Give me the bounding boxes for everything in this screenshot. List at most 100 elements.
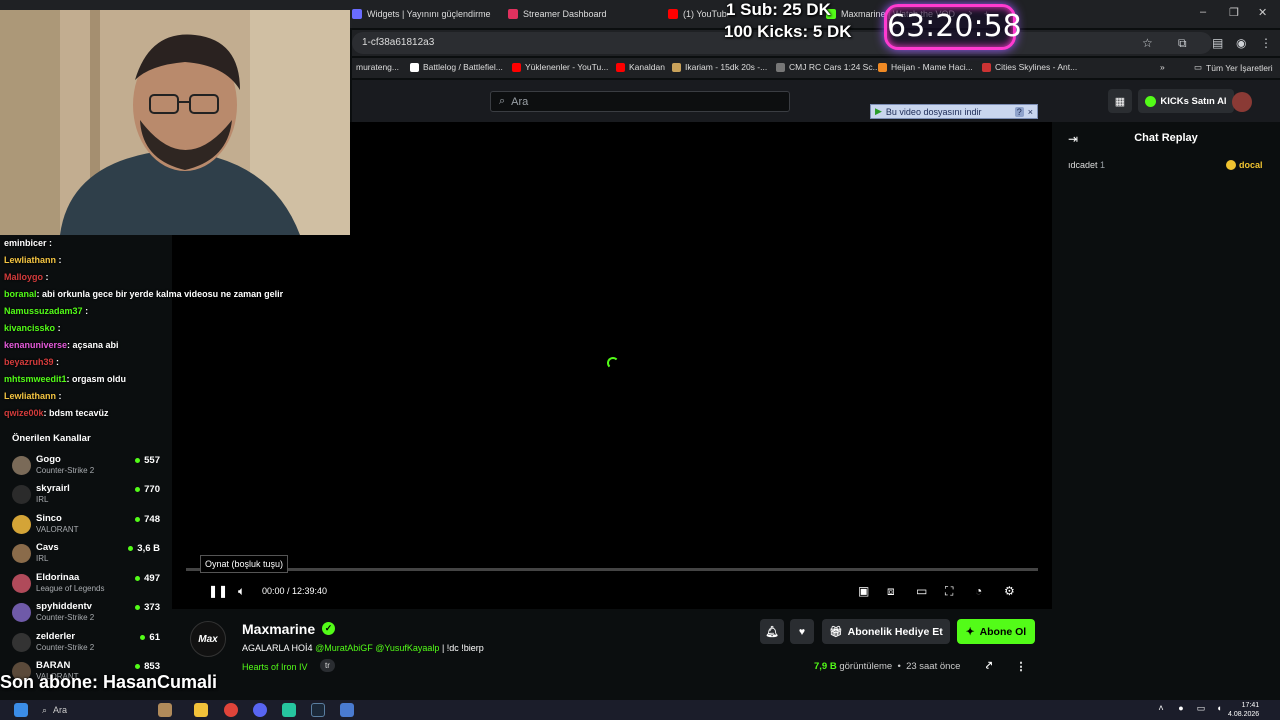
monitor-icon[interactable]: ▭ bbox=[1194, 703, 1208, 717]
chevron-right-icon: » bbox=[1160, 62, 1165, 72]
chevron-up-icon[interactable]: ˄ bbox=[1154, 703, 1168, 717]
tab-label: Widgets | Yayınını güçlendirme bbox=[367, 9, 491, 19]
bookmark-item[interactable]: CMJ RC Cars 1:24 Sc... bbox=[776, 62, 880, 72]
bookmarks-overflow-button[interactable]: » bbox=[1160, 62, 1165, 72]
speed-icon[interactable]: ◔ bbox=[975, 584, 982, 598]
chat-msg: : bbox=[56, 357, 60, 367]
mention-link[interactable]: @MuratAbiGF bbox=[315, 643, 373, 653]
tab-widgets[interactable]: Widgets | Yayınını güçlendirme × bbox=[352, 3, 500, 25]
gift-subscription-button[interactable]: 🎁︎ Abonelik Hediye Et bbox=[822, 619, 950, 644]
minimize-icon[interactable]: – bbox=[1200, 6, 1206, 18]
fullscreen-icon[interactable]: ⛶ bbox=[945, 584, 953, 599]
file-explorer-icon[interactable] bbox=[194, 703, 208, 717]
progress-bar[interactable] bbox=[186, 568, 1038, 571]
windows-start-icon[interactable] bbox=[14, 703, 28, 717]
bookmark-item[interactable]: murateng... bbox=[356, 62, 399, 72]
bookmark-label: Heijan - Mame Haci... bbox=[891, 62, 973, 72]
more-options-icon[interactable]: ⋮ bbox=[1012, 657, 1030, 675]
calculator-icon[interactable] bbox=[340, 703, 354, 717]
language-tag[interactable]: tr bbox=[320, 659, 335, 672]
bookmark-item[interactable]: Heijan - Mame Haci... bbox=[878, 62, 973, 72]
bookmark-item[interactable]: Kanaldan bbox=[616, 62, 665, 72]
chat-message: ıdcadet 1 bbox=[1068, 160, 1105, 170]
page-favicon-icon bbox=[776, 62, 785, 72]
recommended-channel[interactable]: Cavs IRL 3,6 B bbox=[12, 542, 160, 570]
microphone-icon[interactable]: ● bbox=[1174, 703, 1188, 717]
star-icon: ✦ bbox=[965, 625, 975, 638]
star-icon[interactable]: ☆ bbox=[1142, 36, 1153, 50]
subscribe-label: Abone Ol bbox=[979, 625, 1027, 638]
gift-sub-label: Abonelik Hediye Et bbox=[847, 625, 943, 638]
recommended-channel[interactable]: Sinco VALORANT 748 bbox=[12, 513, 160, 541]
recommended-channel[interactable]: zelderler Counter-Strike 2 61 bbox=[12, 631, 160, 659]
search-input[interactable]: ⌕ Ara bbox=[490, 91, 790, 112]
download-video-bar[interactable]: ▶ Bu video dosyasını indir ? × bbox=[870, 104, 1038, 119]
channel-avatar[interactable]: Max bbox=[190, 621, 226, 657]
close-icon[interactable]: × bbox=[1028, 107, 1033, 117]
chat-user: Malloygo bbox=[4, 272, 44, 282]
dashboard-icon[interactable]: ▦ bbox=[1108, 89, 1132, 113]
chat-user: qwize00k bbox=[4, 408, 44, 418]
system-clock[interactable]: 17:41 4.08.2026 bbox=[1228, 701, 1259, 719]
discord-icon[interactable] bbox=[253, 703, 267, 717]
all-bookmarks-button[interactable]: ▭ Tüm Yer İşaretleri bbox=[1194, 62, 1273, 73]
last-subscriber: Son abone: HasanCumali bbox=[0, 672, 218, 692]
pause-icon[interactable]: ❚❚ bbox=[208, 584, 228, 598]
bookmark-item[interactable]: Yüklenenler - YouTu... bbox=[512, 62, 608, 72]
category-link[interactable]: Hearts of Iron IV bbox=[242, 662, 308, 672]
notification-bell-icon[interactable]: 🔔︎ bbox=[760, 619, 784, 644]
recommended-channel[interactable]: spyhiddentv Counter-Strike 2 373 bbox=[12, 601, 160, 629]
overlay-chat-line: Malloygo : bbox=[4, 272, 49, 282]
taskbar-search[interactable]: ⌕ Ara bbox=[36, 702, 176, 718]
recommended-channel[interactable]: skyrairl IRL 770 bbox=[12, 483, 160, 511]
bookmark-label: murateng... bbox=[356, 62, 399, 72]
settings-gear-icon[interactable]: ⚙ bbox=[1004, 584, 1015, 598]
mention-link[interactable]: @YusufKayaalp bbox=[375, 643, 439, 653]
volume-icon[interactable]: 🔈︎ bbox=[238, 584, 245, 599]
bookmark-item[interactable]: Ikariam - 15dk 20s -... bbox=[672, 62, 767, 72]
theater-mode-icon[interactable]: ▭ bbox=[916, 584, 927, 598]
channel-name: Gogo bbox=[36, 454, 61, 465]
channel-name: BARAN bbox=[36, 660, 71, 671]
chrome-icon[interactable] bbox=[224, 703, 238, 717]
profile-icon[interactable]: ◉ bbox=[1236, 36, 1246, 50]
bookmark-label: CMJ RC Cars 1:24 Sc... bbox=[789, 62, 880, 72]
help-icon[interactable]: ? bbox=[1014, 106, 1024, 117]
channel-name[interactable]: Maxmarine bbox=[242, 621, 315, 637]
speaker-icon[interactable]: ◖ bbox=[1212, 703, 1226, 717]
close-window-icon[interactable]: ✕ bbox=[1258, 6, 1267, 19]
mini-player-icon[interactable]: ▣ bbox=[858, 584, 869, 598]
overlay-chat-line: beyazruh39 : bbox=[4, 357, 59, 367]
chat-msg: : abi orkunla gece bir yerde kalma video… bbox=[36, 289, 284, 299]
steam-icon[interactable] bbox=[311, 703, 325, 717]
play-icon: ▶ bbox=[875, 106, 882, 116]
menu-icon[interactable]: ⋮ bbox=[1260, 36, 1272, 50]
chat-user: beyazruh39 bbox=[4, 357, 54, 367]
maximize-icon[interactable]: ❐ bbox=[1229, 6, 1239, 19]
widget-icon[interactable] bbox=[158, 703, 172, 717]
tab-youtube[interactable]: (1) YouTube bbox=[668, 3, 728, 25]
recommended-channel[interactable]: Gogo Counter-Strike 2 557 bbox=[12, 454, 160, 482]
extensions-icon[interactable]: ⧉ bbox=[1178, 36, 1187, 51]
avatar[interactable] bbox=[1232, 92, 1252, 112]
app-icon[interactable] bbox=[282, 703, 296, 717]
windows-taskbar: ⌕ Ara ˄ ● ▭ ◖ 17:41 4.08.2026 bbox=[0, 700, 1280, 720]
chat-user: Lewliathann bbox=[4, 255, 57, 265]
subscribe-button[interactable]: ✦ Abone Ol bbox=[957, 619, 1035, 644]
chat-msg: : bbox=[45, 272, 49, 282]
clip-icon[interactable]: ⧈ bbox=[887, 584, 895, 599]
avatar bbox=[12, 515, 31, 534]
overlay-chat-line: mhtsmweedit1: orgasm oldu bbox=[4, 374, 126, 384]
view-label: görüntüleme bbox=[839, 661, 893, 672]
overlay-chat-line: Lewliathann : bbox=[4, 255, 62, 265]
share-icon[interactable]: ⤤ bbox=[980, 657, 998, 675]
channel-game: League of Legends bbox=[36, 584, 105, 593]
buy-kicks-button[interactable]: KICKs Satın Al bbox=[1138, 89, 1234, 113]
heart-icon[interactable]: ♥ bbox=[790, 619, 814, 644]
tab-streamer-dashboard[interactable]: Streamer Dashboard × bbox=[508, 3, 658, 25]
bookmark-item[interactable]: Battlelog / Battlefiel... bbox=[410, 62, 503, 72]
sidebar-icon[interactable]: ▤ bbox=[1212, 36, 1223, 50]
chat-msg: : açsana abi bbox=[67, 340, 119, 350]
recommended-channel[interactable]: Eldorinaa League of Legends 497 bbox=[12, 572, 160, 600]
bookmark-item[interactable]: Cities Skylines - Ant... bbox=[982, 62, 1077, 72]
